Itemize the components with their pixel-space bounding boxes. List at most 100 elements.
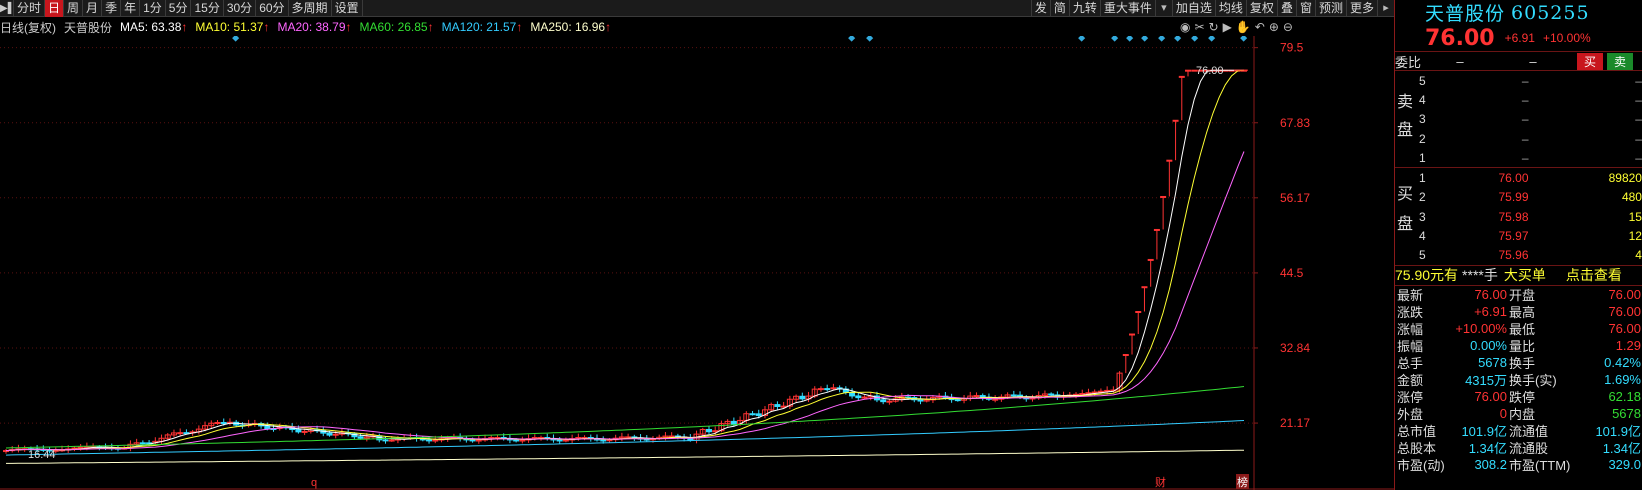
candle-body: [830, 387, 837, 390]
buy-vol: 12: [1628, 229, 1642, 244]
tool-button[interactable]: 叠: [1276, 0, 1296, 17]
period-tab[interactable]: 季: [102, 0, 122, 17]
buy-level-row[interactable]: 5 75.96 4: [1395, 246, 1642, 265]
stat-row: 外盘 0 内盘 5678: [1395, 405, 1642, 422]
stat-value: 76.00: [1474, 388, 1507, 404]
dropdown-icon[interactable]: ▾: [1154, 0, 1172, 17]
ma-value: 38.79: [315, 20, 346, 34]
stat-value: 76.00: [1474, 286, 1507, 302]
big-order-banner[interactable]: 75.90元有 ****手 大买单 点击查看: [1395, 266, 1642, 286]
event-marker-icon: [1191, 36, 1199, 42]
sell-level-row[interactable]: 5 – –: [1395, 71, 1642, 90]
candle-body: [799, 395, 806, 400]
sell-vol: –: [1635, 112, 1642, 127]
big-order-label: 大买单: [1503, 267, 1546, 284]
candle-body: [475, 439, 482, 442]
period-tab[interactable]: 日: [45, 0, 65, 17]
candle-body: [824, 388, 831, 391]
hand-icon[interactable]: ✋: [1236, 20, 1251, 34]
ma-value: 63.38: [151, 20, 182, 34]
buy-level-row[interactable]: 4 75.97 12: [1395, 226, 1642, 245]
candle-body: [426, 439, 433, 442]
sell-level-row[interactable]: 3 – –: [1395, 110, 1642, 129]
candle-body: [1010, 394, 1017, 397]
buy-level-row[interactable]: 2 75.99 480: [1395, 188, 1642, 207]
sell-level-row[interactable]: 4 – –: [1395, 90, 1642, 109]
event-marker-icon: [1078, 36, 1086, 42]
period-tab[interactable]: 设置: [332, 0, 363, 17]
stat-value: 308.2: [1474, 456, 1507, 472]
candle-body: [513, 439, 520, 442]
candle-body: [388, 439, 395, 442]
sell-button[interactable]: 卖: [1607, 52, 1634, 70]
stat-value: 5678: [1612, 405, 1641, 421]
tool-button[interactable]: 均线: [1214, 0, 1246, 17]
period-tab[interactable]: 分时: [14, 0, 46, 17]
period-tabs: ▶▌ 分时日周月季年 1分 5分 15分 30分 60分 多周期 设置: [0, 0, 363, 17]
tool-button[interactable]: 加自选: [1171, 0, 1215, 17]
candle-body: [357, 436, 364, 439]
eye-icon[interactable]: ◉: [1180, 20, 1190, 34]
undo-icon[interactable]: ↶: [1255, 20, 1265, 34]
candle-body: [220, 422, 227, 425]
sell-vol: –: [1635, 150, 1642, 165]
stat-value: 76.00: [1608, 286, 1641, 302]
event-marker-icon: [1141, 36, 1149, 42]
stat-value: 1.34亿: [1602, 440, 1641, 456]
period-tab[interactable]: 30分: [224, 0, 257, 17]
y-tick-label: 21.17: [1280, 416, 1310, 430]
ma-legend-item: MA120: 21.57↑: [441, 20, 523, 34]
event-marker-icon: [848, 36, 856, 42]
event-marker-icon: [1240, 36, 1248, 42]
candle-body: [556, 439, 563, 442]
period-tab[interactable]: 年: [121, 0, 141, 17]
kline-chart[interactable]: 79.5 67.83 56.17 44.5 32.84 21.17 76.00 16.44 q 财…: [0, 36, 1394, 490]
ma-arrow: ↑: [427, 20, 434, 34]
play-icon[interactable]: ▶: [1223, 20, 1232, 34]
tool-button[interactable]: 预测: [1314, 0, 1346, 17]
tool-button[interactable]: 窗: [1295, 0, 1315, 17]
sell-level-row[interactable]: 2 – –: [1395, 129, 1642, 148]
ma-label: MA10: [195, 20, 227, 34]
tool-button[interactable]: 简: [1049, 0, 1069, 17]
dropdown-icon[interactable]: ▸: [1377, 0, 1394, 17]
candle-body: [1097, 390, 1104, 393]
buy-price: 76.00: [1498, 171, 1529, 186]
view-link[interactable]: 点击查看: [1566, 265, 1622, 285]
period-tab[interactable]: 月: [83, 0, 103, 17]
buy-level-row[interactable]: 3 75.98 15: [1395, 207, 1642, 226]
tool-button[interactable]: 更多: [1345, 0, 1377, 17]
last-price: 76.00: [1425, 25, 1495, 51]
period-tab[interactable]: 60分: [256, 0, 289, 17]
y-tick-label: 32.84: [1280, 341, 1310, 355]
sell-level-row[interactable]: 1 – –: [1395, 148, 1642, 167]
period-tab[interactable]: 15分: [191, 0, 224, 17]
tool-button[interactable]: 复权: [1245, 0, 1277, 17]
stock-code: 605255: [1511, 1, 1590, 24]
buy-vol: 4: [1635, 248, 1642, 263]
candle-body: [1104, 389, 1111, 392]
period-tab[interactable]: 1分: [140, 0, 166, 17]
period-tab[interactable]: 周: [64, 0, 84, 17]
buy-price: 75.99: [1498, 190, 1529, 205]
candle-body: [1122, 354, 1129, 357]
weibi-label: 委比: [1395, 54, 1422, 70]
ma-value: 16.96: [575, 20, 606, 34]
candle-body: [562, 439, 569, 442]
ma250-line: [6, 449, 1245, 464]
zoom-in-icon[interactable]: ⊕: [1269, 20, 1279, 34]
scissors-icon[interactable]: ✂: [1194, 20, 1204, 34]
tool-button[interactable]: 重大事件: [1099, 0, 1155, 17]
tool-button[interactable]: 九转: [1068, 0, 1100, 17]
zoom-out-icon[interactable]: ⊖: [1283, 20, 1293, 34]
tool-button[interactable]: 发: [1030, 0, 1050, 17]
collapse-left-icon[interactable]: ▶▌: [0, 0, 15, 17]
refresh-icon[interactable]: ↻: [1209, 20, 1219, 34]
period-tab[interactable]: 多周期: [289, 0, 332, 17]
price-row: 76.00 +6.91 +10.00%: [1395, 25, 1642, 52]
buy-button[interactable]: 买: [1577, 52, 1604, 70]
buy-level-row[interactable]: 1 76.00 89820: [1395, 168, 1642, 187]
candle-body: [332, 433, 339, 436]
candle-body: [295, 429, 302, 433]
period-tab[interactable]: 5分: [166, 0, 192, 17]
